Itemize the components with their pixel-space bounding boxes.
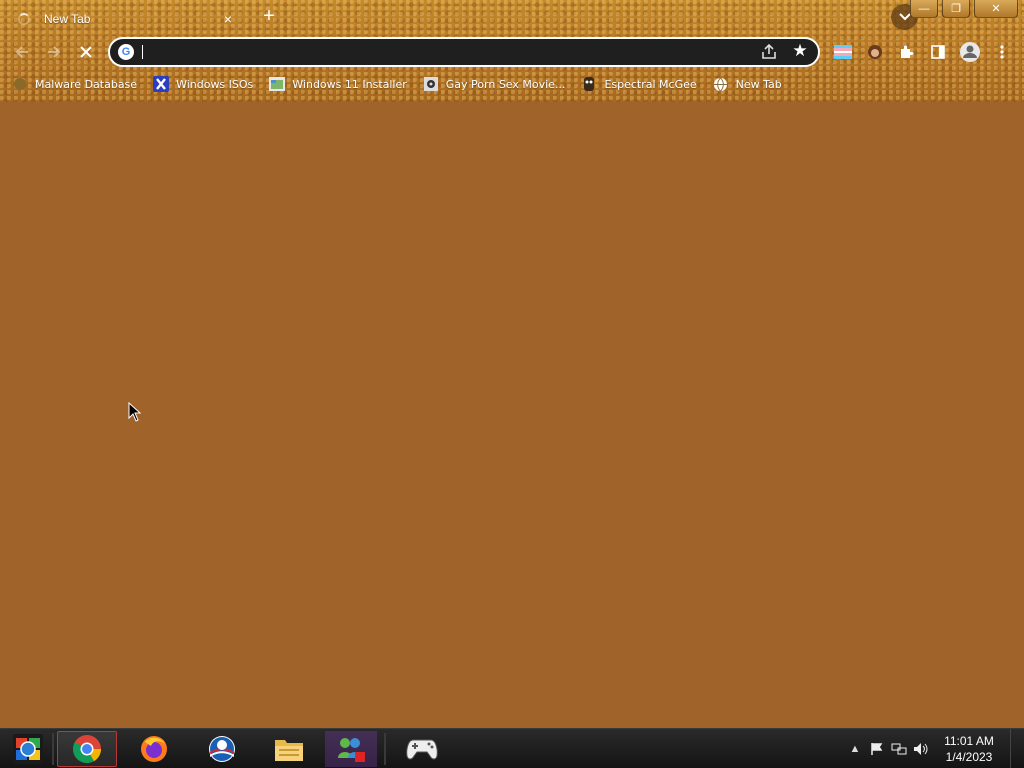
extensions-button[interactable] (895, 41, 917, 63)
tab-new-tab[interactable]: New Tab × (8, 4, 246, 34)
show-hidden-icons-icon[interactable]: ▲ (844, 739, 866, 759)
side-panel-button[interactable] (927, 41, 949, 63)
bookmark-windows-11-installer[interactable]: Windows 11 Installer (265, 74, 411, 94)
action-center-flag-icon[interactable] (866, 739, 888, 759)
extension-flag-icon[interactable] (832, 41, 854, 63)
bookmark-label: Windows ISOs (176, 77, 254, 91)
stop-loading-button[interactable] (74, 40, 98, 64)
chrome-icon (73, 735, 101, 763)
taskbar-game[interactable] (392, 731, 452, 767)
back-button[interactable] (10, 40, 34, 64)
forward-arrow-icon (48, 46, 61, 58)
bookmark-new-tab[interactable]: New Tab (709, 74, 786, 94)
firefox-icon (141, 736, 167, 762)
malware-database-icon (12, 76, 28, 92)
taskbar-file-explorer[interactable] (259, 731, 319, 767)
volume-icon[interactable] (910, 739, 932, 759)
face-icon (868, 45, 882, 59)
start-button[interactable] (6, 731, 50, 767)
installer-icon (269, 76, 286, 92)
tab-strip: New Tab × + — ❐ ✕ (0, 0, 1024, 34)
taskbar-separator (52, 733, 54, 765)
google-icon: G (118, 44, 134, 60)
forward-button[interactable] (42, 40, 66, 64)
gamepad-icon (406, 739, 438, 760)
movie-site-icon (423, 76, 439, 92)
taskbar-app-circle[interactable] (192, 731, 252, 767)
taskbar-clock[interactable]: 11:01 AM 1/4/2023 (932, 733, 1006, 765)
bookmark-star-icon[interactable]: ★ (790, 41, 810, 61)
new-tab-button[interactable]: + (258, 6, 280, 28)
taskbar-firefox[interactable] (124, 731, 184, 767)
menu-button[interactable] (991, 41, 1013, 63)
puzzle-icon (901, 45, 914, 58)
bookmark-windows-isos[interactable]: Windows ISOs (149, 74, 257, 94)
taskbar-separator (384, 733, 386, 765)
close-window-button[interactable]: ✕ (974, 0, 1018, 18)
loading-spinner-icon (18, 13, 30, 25)
browser-chrome: New Tab × + — ❐ ✕ G ★ Malware Database W… (0, 0, 1024, 102)
folder-icon (275, 740, 303, 761)
minimize-button[interactable]: — (910, 0, 938, 18)
trans-flag-icon (834, 45, 852, 59)
bookmark-malware-database[interactable]: Malware Database (8, 74, 141, 94)
mouse-cursor-icon (128, 402, 142, 422)
bookmark-label: Gay Porn Sex Movie... (445, 77, 566, 91)
windows-isos-icon (153, 76, 170, 92)
windows-orb-icon (13, 734, 43, 764)
share-icon[interactable] (760, 43, 778, 61)
network-icon[interactable] (888, 739, 910, 759)
profile-button[interactable] (957, 39, 983, 65)
taskbar: ▲ 11:01 AM 1/4/2023 (0, 728, 1024, 768)
page-content (0, 102, 1024, 728)
back-arrow-icon (15, 46, 28, 58)
system-tray: ▲ 11:01 AM 1/4/2023 (844, 729, 1024, 768)
espectral-icon (581, 76, 597, 92)
kebab-menu-icon (1000, 45, 1004, 59)
globe-icon (713, 76, 729, 92)
taskbar-messenger[interactable] (325, 731, 377, 767)
bookmark-movie-site[interactable]: Gay Porn Sex Movie... (419, 74, 570, 94)
extension-avatar-icon[interactable] (864, 41, 886, 63)
browser-toolbar: G ★ (0, 34, 1024, 70)
side-panel-icon (931, 45, 945, 59)
chevron-down-icon (898, 13, 911, 21)
bookmark-label: Windows 11 Installer (292, 77, 407, 91)
text-caret (142, 45, 143, 59)
taskbar-chrome[interactable] (57, 731, 117, 767)
address-input[interactable] (144, 41, 744, 63)
clock-date: 1/4/2023 (945, 750, 993, 764)
window-controls: — ❐ ✕ (910, 0, 1018, 18)
blue-circle-icon (209, 736, 235, 762)
tab-close-icon[interactable]: × (220, 11, 236, 27)
address-bar[interactable]: G ★ (108, 37, 820, 67)
close-icon (80, 46, 92, 58)
bookmark-label: Malware Database (35, 77, 138, 91)
bookmarks-bar: Malware Database Windows ISOs Windows 11… (0, 72, 1024, 96)
bookmark-label: New Tab (735, 77, 782, 91)
restore-button[interactable]: ❐ (942, 0, 970, 18)
bookmark-espectral-mcgee[interactable]: Espectral McGee (577, 74, 700, 94)
show-desktop-button[interactable] (1010, 729, 1024, 768)
tab-title: New Tab (44, 12, 91, 26)
profile-icon (960, 42, 980, 62)
clock-time: 11:01 AM (944, 734, 994, 748)
bookmark-label: Espectral McGee (604, 77, 697, 91)
messenger-icon (338, 738, 365, 762)
